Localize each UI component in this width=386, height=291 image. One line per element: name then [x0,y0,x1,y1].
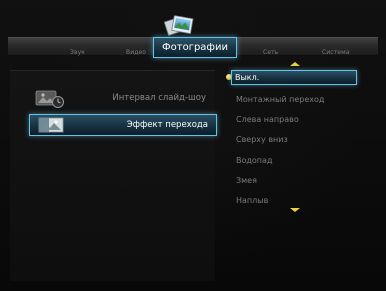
option-label: Выкл. [235,73,260,82]
tab-network[interactable]: Сеть [263,49,278,56]
option-dissolve[interactable]: Наплыв [236,196,268,205]
photos-icon [164,15,194,36]
tab-photos-label: Фотографии [162,42,228,53]
settings-screen: Звук Видео Сеть Система Фотографии Интер… [0,0,386,291]
option-left-to-right[interactable]: Слева направо [236,115,299,124]
option-top-to-bottom[interactable]: Сверху вниз [236,135,288,144]
option-montage-transition[interactable]: Монтажный переход [236,95,324,104]
menu-item-transition-effect[interactable]: Эффект перехода [29,114,217,136]
menu-item-label: Эффект перехода [126,120,208,130]
tab-system[interactable]: Система [322,49,349,56]
scroll-down-arrow-icon[interactable] [290,208,300,212]
menu-item-slideshow-interval[interactable]: Интервал слайд-шоу [10,88,215,110]
option-snake[interactable]: Змея [236,176,257,185]
tab-sound[interactable]: Звук [70,49,85,56]
settings-menu-panel: Интервал слайд-шоу Эффект перехода [10,70,217,281]
transition-effect-icon [38,117,64,133]
menu-item-label: Интервал слайд-шоу [112,93,206,103]
scroll-up-arrow-icon[interactable] [290,62,300,66]
transition-options-list: Выкл. Монтажный переход Слева направо Св… [226,70,376,210]
option-off[interactable]: Выкл. [231,70,357,85]
slideshow-timer-icon [35,90,64,108]
tab-video[interactable]: Видео [126,49,146,56]
option-waterfall[interactable]: Водопад [236,156,272,165]
